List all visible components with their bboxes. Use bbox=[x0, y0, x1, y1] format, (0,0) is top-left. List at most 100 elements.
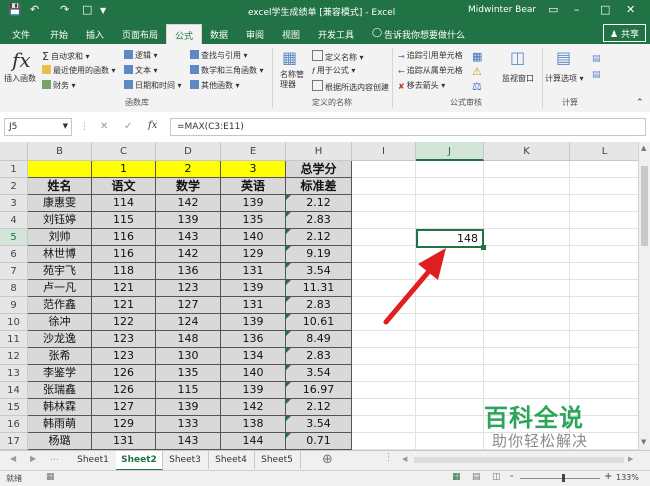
column-header-h[interactable]: H bbox=[286, 142, 352, 161]
add-sheet-icon[interactable]: ⊕ bbox=[322, 452, 333, 467]
zoom-level[interactable]: 133% bbox=[616, 473, 639, 482]
math-button[interactable]: 数学和三角函数 ▾ bbox=[190, 65, 264, 76]
table-row-chinese[interactable]: 123 bbox=[92, 348, 156, 365]
ribbon-display-icon[interactable]: ▭ bbox=[548, 3, 558, 16]
fill-handle[interactable] bbox=[481, 245, 486, 250]
calc-now-icon[interactable]: ▤ bbox=[592, 54, 601, 64]
error-indicator-icon[interactable] bbox=[286, 246, 291, 251]
table-row-stddev[interactable]: 2.83 bbox=[286, 348, 352, 365]
more-sheets-icon[interactable]: … bbox=[50, 453, 59, 463]
row-header-2[interactable]: 2 bbox=[0, 178, 28, 195]
error-indicator-icon[interactable] bbox=[286, 433, 291, 438]
tab-file[interactable]: 文件 bbox=[12, 28, 30, 41]
table-row-name[interactable]: 张希 bbox=[28, 348, 92, 365]
table-row-name[interactable]: 康惠雯 bbox=[28, 195, 92, 212]
error-indicator-icon[interactable] bbox=[286, 263, 291, 268]
row-header-3[interactable]: 3 bbox=[0, 195, 28, 212]
table-row-math[interactable]: 130 bbox=[156, 348, 221, 365]
maximize-icon[interactable]: □ bbox=[600, 3, 610, 16]
watch-window-button[interactable]: 监视窗口 bbox=[502, 73, 534, 84]
watch-window-icon[interactable]: ◫ bbox=[510, 48, 525, 67]
new-file-icon[interactable]: □ bbox=[82, 3, 92, 16]
table-row-stddev[interactable]: 3.54 bbox=[286, 263, 352, 280]
tab-developer[interactable]: 开发工具 bbox=[318, 28, 354, 41]
table-row-name[interactable]: 杨璐 bbox=[28, 433, 92, 450]
table-row-chinese[interactable]: 131 bbox=[92, 433, 156, 450]
table-row-name[interactable]: 范作鑫 bbox=[28, 297, 92, 314]
logical-button[interactable]: 逻辑 ▾ bbox=[124, 50, 158, 61]
sheet-tab-2[interactable]: Sheet2 bbox=[116, 451, 163, 471]
tab-data[interactable]: 数据 bbox=[210, 28, 228, 41]
column-header-b[interactable]: B bbox=[28, 142, 92, 161]
table-row-math[interactable]: 123 bbox=[156, 280, 221, 297]
table-row-stddev[interactable]: 9.19 bbox=[286, 246, 352, 263]
table-row-english[interactable]: 140 bbox=[221, 229, 286, 246]
table-row-english[interactable]: 139 bbox=[221, 382, 286, 399]
scroll-left-icon[interactable]: ◀ bbox=[402, 455, 407, 463]
table-row-english[interactable]: 139 bbox=[221, 314, 286, 331]
cell-e2[interactable]: 英语 bbox=[221, 178, 286, 195]
error-indicator-icon[interactable] bbox=[286, 195, 291, 200]
table-row-stddev[interactable]: 8.49 bbox=[286, 331, 352, 348]
table-row-chinese[interactable]: 115 bbox=[92, 212, 156, 229]
table-row-name[interactable]: 苑宇飞 bbox=[28, 263, 92, 280]
table-row-english[interactable]: 129 bbox=[221, 246, 286, 263]
remove-arrows-button[interactable]: ✘ 移去箭头 ▾ bbox=[398, 80, 445, 91]
table-row-stddev[interactable]: 10.61 bbox=[286, 314, 352, 331]
table-row-math[interactable]: 115 bbox=[156, 382, 221, 399]
user-name[interactable]: Midwinter Bear bbox=[468, 5, 536, 15]
table-row-math[interactable]: 142 bbox=[156, 246, 221, 263]
cell-d2[interactable]: 数学 bbox=[156, 178, 221, 195]
zoom-slider[interactable] bbox=[520, 478, 600, 479]
row-header-16[interactable]: 16 bbox=[0, 416, 28, 433]
error-indicator-icon[interactable] bbox=[286, 348, 291, 353]
undo-icon[interactable]: ↶ bbox=[30, 3, 39, 16]
trace-precedents-button[interactable]: → 追踪引用单元格 bbox=[398, 50, 463, 61]
table-row-chinese[interactable]: 127 bbox=[92, 399, 156, 416]
trace-dependents-button[interactable]: ← 追踪从属单元格 bbox=[398, 65, 463, 76]
table-row-name[interactable]: 刘帅 bbox=[28, 229, 92, 246]
error-indicator-icon[interactable] bbox=[286, 297, 291, 302]
table-row-name[interactable]: 张瑞鑫 bbox=[28, 382, 92, 399]
table-row-chinese[interactable]: 121 bbox=[92, 297, 156, 314]
row-header-10[interactable]: 10 bbox=[0, 314, 28, 331]
cell-c1[interactable]: 1 bbox=[92, 161, 156, 178]
tab-view[interactable]: 视图 bbox=[282, 28, 300, 41]
column-header-c[interactable]: C bbox=[92, 142, 156, 161]
lookup-button[interactable]: 查找与引用 ▾ bbox=[190, 50, 248, 61]
row-header-8[interactable]: 8 bbox=[0, 280, 28, 297]
table-row-english[interactable]: 131 bbox=[221, 297, 286, 314]
sheet-tab-5[interactable]: Sheet5 bbox=[254, 451, 301, 469]
table-row-english[interactable]: 135 bbox=[221, 212, 286, 229]
table-row-name[interactable]: 刘钰婷 bbox=[28, 212, 92, 229]
show-formulas-icon[interactable]: ▦ bbox=[472, 50, 482, 63]
select-all-corner[interactable] bbox=[0, 142, 28, 161]
table-row-stddev[interactable]: 3.54 bbox=[286, 365, 352, 382]
column-header-k[interactable]: K bbox=[484, 142, 570, 161]
next-sheet-icon[interactable]: ▶ bbox=[30, 454, 36, 463]
table-row-chinese[interactable]: 121 bbox=[92, 280, 156, 297]
column-header-l[interactable]: L bbox=[570, 142, 638, 161]
table-row-chinese[interactable]: 116 bbox=[92, 246, 156, 263]
formula-input[interactable]: =MAX(C3:E11) bbox=[170, 118, 646, 136]
table-row-stddev[interactable]: 2.12 bbox=[286, 399, 352, 416]
create-from-selection-button[interactable]: 根据所选内容创建 bbox=[312, 80, 389, 93]
error-indicator-icon[interactable] bbox=[286, 365, 291, 370]
table-row-english[interactable]: 139 bbox=[221, 280, 286, 297]
scroll-up-icon[interactable]: ▲ bbox=[641, 144, 646, 152]
table-row-math[interactable]: 143 bbox=[156, 433, 221, 450]
table-row-english[interactable]: 134 bbox=[221, 348, 286, 365]
calculator-icon[interactable]: ▤ bbox=[556, 48, 571, 67]
use-in-formula-button[interactable]: 𝑓 用于公式 ▾ bbox=[312, 65, 355, 77]
name-manager-button[interactable]: 名称管理器 bbox=[280, 70, 310, 90]
table-row-math[interactable]: 143 bbox=[156, 229, 221, 246]
enter-icon[interactable]: ✓ bbox=[124, 121, 132, 132]
datetime-button[interactable]: 日期和时间 ▾ bbox=[124, 80, 182, 91]
row-header-13[interactable]: 13 bbox=[0, 365, 28, 382]
name-manager-icon[interactable]: ▦ bbox=[282, 48, 297, 67]
error-indicator-icon[interactable] bbox=[286, 212, 291, 217]
zoom-slider-thumb[interactable] bbox=[562, 474, 565, 482]
cell-e1[interactable]: 3 bbox=[221, 161, 286, 178]
collapse-ribbon-icon[interactable]: ⌃ bbox=[636, 98, 644, 108]
table-row-name[interactable]: 卢一凡 bbox=[28, 280, 92, 297]
